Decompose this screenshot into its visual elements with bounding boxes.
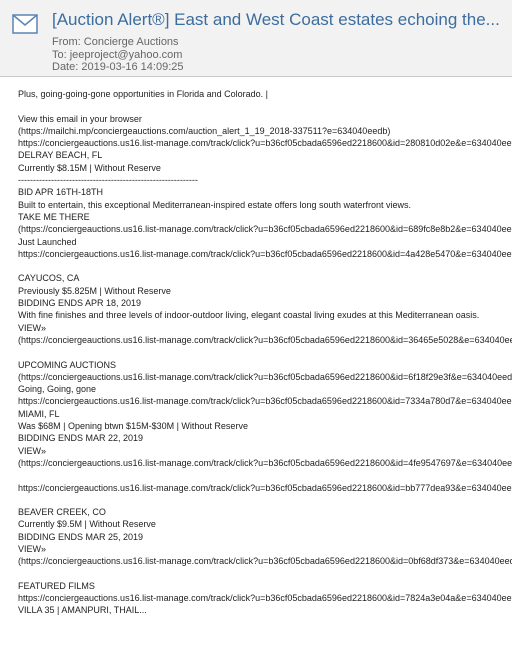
body-line: BIDDING ENDS APR 18, 2019	[18, 298, 142, 309]
body-line[interactable]: https://conciergeauctions.us16.list-mana…	[18, 395, 512, 407]
body-line: Currently $9.5M | Without Reserve	[18, 519, 156, 530]
body-line: TAKE ME THERE	[18, 211, 90, 222]
body-line: Just Launched	[18, 236, 77, 247]
body-line: BID APR 16TH-18TH	[18, 187, 104, 198]
body-line: Was $68M | Opening btwn $15M-$30M | With…	[18, 421, 248, 432]
body-line: VILLA 35 | AMANPURI, THAIL...	[18, 605, 147, 616]
body-line[interactable]: (https://conciergeauctions.us16.list-man…	[18, 457, 512, 469]
body-line	[18, 346, 512, 358]
email-from: From: Concierge Auctions	[52, 36, 179, 48]
body-line: DELRAY BEACH, FL	[18, 150, 103, 161]
body-line[interactable]: (https://conciergeauctions.us16.list-man…	[18, 334, 512, 346]
body-line	[18, 469, 512, 481]
body-line: ----------------------------------------…	[18, 175, 198, 186]
body-line: BIDDING ENDS MAR 22, 2019	[18, 433, 144, 444]
body-line: BEAVER CREEK, CO	[18, 507, 106, 518]
body-line: View this email in your browser	[18, 113, 142, 124]
body-line: Going, Going, gone	[18, 384, 97, 395]
email-to: To: jeeproject@yahoo.com	[52, 48, 183, 61]
body-line[interactable]: https://conciergeauctions.us16.list-mana…	[18, 592, 512, 604]
body-line: BIDDING ENDS MAR 25, 2019	[18, 531, 144, 542]
body-line: Previously $5.825M | Without Reserve	[18, 285, 171, 296]
body-line: Built to entertain, this exceptional Med…	[18, 199, 412, 210]
body-line[interactable]: (https://conciergeauctions.us16.list-man…	[18, 223, 512, 235]
body-line: FEATURED FILMS	[18, 580, 95, 591]
body-line	[18, 100, 512, 112]
email-date: Date: 2019-03-16 14:09:25	[52, 61, 184, 73]
body-line[interactable]: (https://conciergeauctions.us16.list-man…	[18, 555, 512, 567]
envelope-icon	[12, 14, 38, 34]
body-line[interactable]: (https://mailchi.mp/conciergeauctions.co…	[18, 125, 512, 137]
body-line[interactable]: https://conciergeauctions.us16.list-mana…	[18, 248, 512, 260]
body-line[interactable]: https://conciergeauctions.us16.list-mana…	[18, 137, 512, 149]
body-line: MIAMI, FL	[18, 408, 60, 419]
email-subject: [Auction Alert®] East and West Coast est…	[52, 10, 500, 29]
body-line: Currently $8.15M | Without Reserve	[18, 162, 161, 173]
body-line: VIEW»	[18, 445, 47, 456]
body-line: VIEW»	[18, 543, 47, 554]
body-line: VIEW»	[18, 322, 47, 333]
body-line	[18, 568, 512, 580]
body-line: Plus, going-going-gone opportunities in …	[18, 89, 268, 99]
email-header: [Auction Alert®] East and West Coast est…	[0, 0, 512, 77]
body-line: UPCOMING AUCTIONS	[18, 359, 117, 370]
body-line[interactable]: (https://conciergeauctions.us16.list-man…	[18, 371, 512, 383]
body-line[interactable]: https://conciergeauctions.us16.list-mana…	[18, 482, 512, 494]
body-line: With fine finishes and three levels of i…	[18, 310, 480, 321]
body-line	[18, 494, 512, 506]
body-line: CAYUCOS, CA	[18, 273, 80, 284]
body-line	[18, 260, 512, 272]
email-meta: From: Concierge Auctions To: jeeproject@…	[52, 36, 184, 74]
email-body: Plus, going-going-gone opportunities in …	[0, 77, 512, 662]
